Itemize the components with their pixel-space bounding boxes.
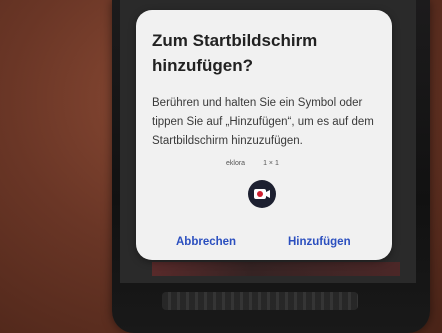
shortcut-size: 1 × 1	[263, 160, 279, 167]
cancel-button[interactable]: Abbrechen	[176, 236, 236, 248]
screen-bottom-strip	[152, 262, 400, 276]
dialog-message: Berühren und halten Sie ein Symbol oder …	[152, 97, 374, 147]
shortcut-app-name: eklora	[226, 160, 246, 167]
phone-speaker-grille	[162, 292, 358, 310]
dialog-title: Zum Startbildschirm hinzufügen?	[152, 31, 318, 75]
shortcut-info: eklora 1 × 1	[226, 160, 346, 167]
add-button[interactable]: Hinzufügen	[288, 236, 351, 248]
add-to-home-dialog: Zum Startbildschirm hinzufügen? Berühren…	[136, 10, 392, 260]
video-icon	[254, 189, 270, 199]
app-shortcut-icon[interactable]	[248, 180, 276, 208]
